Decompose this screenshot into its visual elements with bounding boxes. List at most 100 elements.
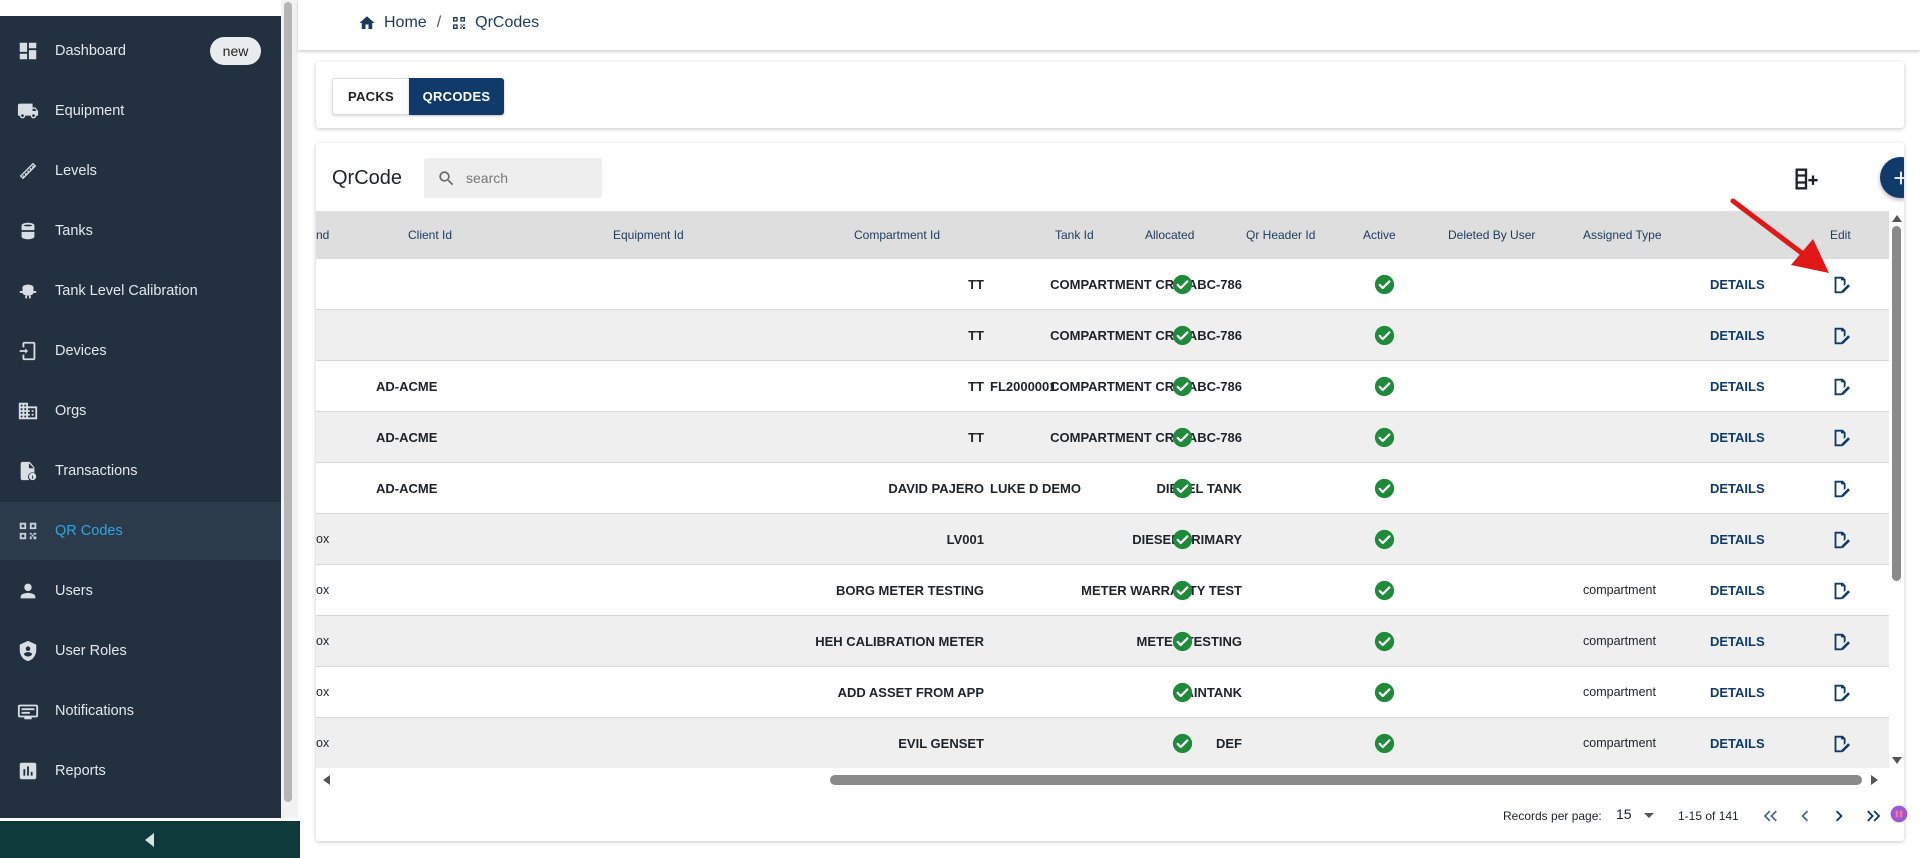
tabs-card: PACKS QRCODES: [316, 62, 1904, 128]
cell-client-id: AD-ACME: [376, 379, 438, 394]
cell-equipment-id: HEH CALIBRATION METER: [815, 634, 984, 649]
cell-first: ox: [316, 634, 330, 648]
sidebar-item-transactions[interactable]: Transactions: [0, 442, 281, 500]
column-header[interactable]: Assigned Type: [1583, 211, 1662, 259]
sidebar-collapse-button[interactable]: [0, 821, 300, 858]
column-header[interactable]: Tank Id: [1055, 211, 1094, 259]
table-row[interactable]: ox HEH CALIBRATION METER METER TESTING comp…: [316, 616, 1889, 667]
building-icon: [17, 400, 39, 422]
last-page-button[interactable]: [1862, 805, 1884, 827]
table-horizontal-scrollbar[interactable]: [316, 771, 1889, 788]
details-link[interactable]: DETAILS: [1710, 412, 1765, 463]
edit-icon[interactable]: [1830, 376, 1852, 398]
vertical-scroll-thumb[interactable]: [1892, 226, 1901, 581]
scroll-down-icon[interactable]: [1892, 757, 1902, 764]
column-header[interactable]: Qr Header Id: [1246, 211, 1315, 259]
column-header[interactable]: nd: [316, 211, 329, 259]
table-row[interactable]: TT COMPARTMENT CRR-ABC-786 DETAILS: [316, 259, 1889, 310]
cell-client-id: AD-ACME: [376, 481, 438, 496]
cell-tank-id: LUKE D DEMO: [990, 481, 1081, 496]
sidebar-item-levels[interactable]: Levels: [0, 142, 281, 200]
table-header: nd Client Id Equipment Id Compartment Id…: [316, 211, 1889, 259]
sidebar-item-users[interactable]: Users: [0, 562, 281, 620]
search-input[interactable]: [466, 158, 596, 198]
sidebar-item-equipment[interactable]: Equipment: [0, 82, 281, 140]
table-vertical-scrollbar[interactable]: [1889, 211, 1904, 768]
column-header[interactable]: Compartment Id: [854, 211, 940, 259]
user-icon: [17, 580, 39, 602]
edit-icon[interactable]: [1830, 631, 1852, 653]
column-header[interactable]: Allocated: [1145, 211, 1194, 259]
edit-icon[interactable]: [1830, 325, 1852, 347]
column-header[interactable]: Active: [1363, 211, 1396, 259]
cell-assigned-type: compartment: [1583, 736, 1656, 750]
scroll-left-icon[interactable]: [323, 775, 330, 785]
column-header[interactable]: Client Id: [408, 211, 452, 259]
sidebar-item-reports[interactable]: Reports: [0, 742, 281, 800]
tank-icon: [17, 220, 39, 242]
edit-icon[interactable]: [1830, 580, 1852, 602]
sidebar-item-tank-level-calibration[interactable]: Tank Level Calibration: [0, 262, 281, 320]
column-header[interactable]: Equipment Id: [613, 211, 684, 259]
table-row[interactable]: AD-ACME TT COMPARTMENT CRR-ABC-786 DETAILS: [316, 412, 1889, 463]
sidebar-item-label: Reports: [55, 763, 106, 779]
tab-packs[interactable]: PACKS: [332, 78, 409, 115]
table-row[interactable]: AD-ACME TT COMPARTMENT CRR-ABC-786 FL200000…: [316, 361, 1889, 412]
first-page-button[interactable]: [1760, 805, 1782, 827]
cell-equipment-id: TT: [968, 328, 984, 343]
tab-qrcodes[interactable]: QRCODES: [409, 78, 504, 115]
table-row[interactable]: ox BORG METER TESTING METER WARRANTY TEST c…: [316, 565, 1889, 616]
details-link[interactable]: DETAILS: [1710, 310, 1765, 361]
assistant-icon[interactable]: [1889, 804, 1909, 824]
breadcrumb-home-link[interactable]: Home: [384, 14, 427, 32]
edit-icon[interactable]: [1830, 682, 1852, 704]
cell-first: ox: [316, 583, 330, 597]
add-qrcode-button[interactable]: [1880, 157, 1904, 198]
edit-icon[interactable]: [1830, 478, 1852, 500]
sidebar-item-dashboard[interactable]: Dashboard new: [0, 22, 281, 80]
column-header[interactable]: Deleted By User: [1448, 211, 1535, 259]
details-link[interactable]: DETAILS: [1710, 667, 1765, 718]
add-column-icon[interactable]: [1792, 165, 1820, 193]
table-row[interactable]: AD-ACME DAVID PAJERO DIESEL TANK LUKE D DEM…: [316, 463, 1889, 514]
table-row[interactable]: ox ADD ASSET FROM APP MAINTANK compartment D…: [316, 667, 1889, 718]
sidebar: Dashboard new Equipment Levels Tanks Tan…: [0, 16, 281, 818]
edit-icon[interactable]: [1830, 733, 1852, 755]
sidebar-item-devices[interactable]: Devices: [0, 322, 281, 380]
edit-icon[interactable]: [1830, 529, 1852, 551]
double-chevron-left-icon: [1763, 810, 1777, 822]
active-check-icon: [1374, 529, 1395, 550]
horizontal-scroll-thumb[interactable]: [830, 775, 1862, 785]
table-row[interactable]: TT COMPARTMENT CRR-ABC-786 DETAILS: [316, 310, 1889, 361]
breadcrumb: Home / QrCodes: [358, 14, 539, 32]
details-link[interactable]: DETAILS: [1710, 718, 1765, 768]
details-link[interactable]: DETAILS: [1710, 616, 1765, 667]
cell-client-id: AD-ACME: [376, 430, 438, 445]
details-link[interactable]: DETAILS: [1710, 514, 1765, 565]
scroll-right-icon[interactable]: [1871, 775, 1878, 785]
table-row[interactable]: ox LV001 DIESEL PRIMARY DETAILS: [316, 514, 1889, 565]
details-link[interactable]: DETAILS: [1710, 463, 1765, 514]
sidebar-scrollbar-thumb[interactable]: [284, 2, 292, 802]
cell-compartment-id: DIESEL TANK: [1156, 481, 1242, 496]
sidebar-item-label: Devices: [55, 343, 107, 359]
sidebar-item-label: Orgs: [55, 403, 87, 419]
sidebar-item-orgs[interactable]: Orgs: [0, 382, 281, 440]
caret-down-icon[interactable]: [1644, 813, 1654, 818]
scroll-up-icon[interactable]: [1892, 215, 1902, 222]
details-link[interactable]: DETAILS: [1710, 361, 1765, 412]
details-link[interactable]: DETAILS: [1710, 565, 1765, 616]
sidebar-item-user-roles[interactable]: User Roles: [0, 622, 281, 680]
next-page-button[interactable]: [1828, 805, 1850, 827]
records-per-page-select[interactable]: 15: [1616, 806, 1632, 822]
sidebar-item-tanks[interactable]: Tanks: [0, 202, 281, 260]
sidebar-item-qr-codes[interactable]: QR Codes: [0, 502, 281, 560]
sidebar-item-label: Dashboard: [55, 43, 126, 59]
edit-icon[interactable]: [1830, 427, 1852, 449]
sidebar-item-notifications[interactable]: Notifications: [0, 682, 281, 740]
previous-page-button[interactable]: [1794, 805, 1816, 827]
table-row[interactable]: ox EVIL GENSET DEF compartment DETAILS: [316, 718, 1889, 768]
allocated-check-icon: [1172, 682, 1193, 703]
pagination: Records per page: 15 1-15 of 141: [316, 793, 1904, 841]
sidebar-scrollbar[interactable]: [281, 0, 298, 818]
